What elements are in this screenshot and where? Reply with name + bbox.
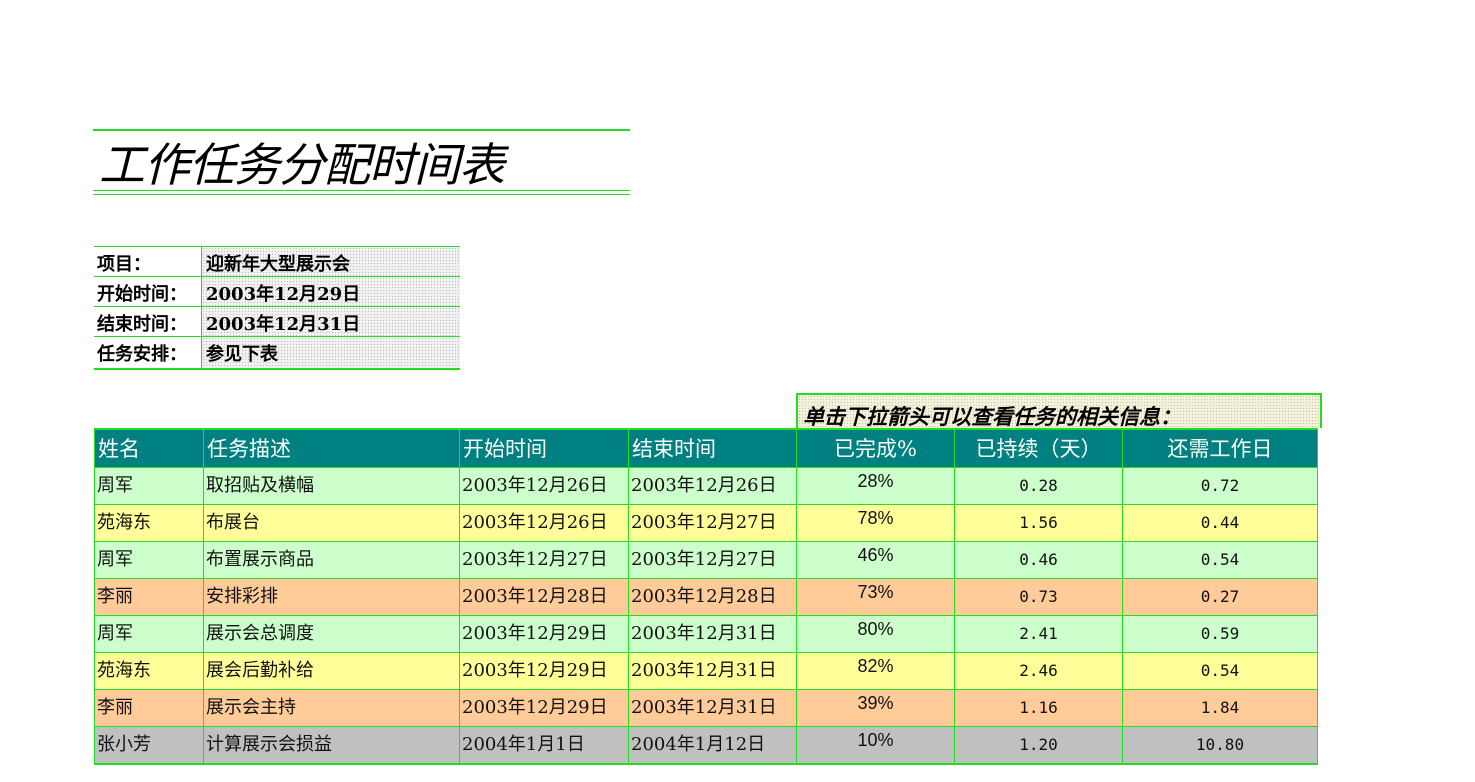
- info-label[interactable]: 开始时间：: [94, 277, 202, 306]
- info-row-arrangement: 任务安排： 参见下表: [94, 337, 460, 370]
- cell-start[interactable]: 2003年12月28日: [459, 577, 629, 616]
- cell-elapsed[interactable]: 2.41: [954, 614, 1123, 653]
- cell-name[interactable]: 张小芳: [94, 725, 204, 765]
- cell-name[interactable]: 李丽: [94, 688, 204, 727]
- header-remaining[interactable]: 还需工作日: [1122, 428, 1318, 467]
- info-row-start: 开始时间： 2003年12月29日: [94, 277, 460, 307]
- cell-task[interactable]: 展示会总调度: [203, 614, 460, 653]
- cell-done[interactable]: 78%: [796, 503, 955, 542]
- cell-remaining[interactable]: 10.80: [1122, 725, 1318, 765]
- cell-task[interactable]: 布展台: [203, 503, 460, 542]
- cell-remaining[interactable]: 1.84: [1122, 688, 1318, 727]
- cell-name[interactable]: 李丽: [94, 577, 204, 616]
- header-row: 姓名 任务描述 开始时间 结束时间 已完成% 已持续（天） 还需工作日: [94, 428, 1318, 467]
- info-value[interactable]: 2003年12月29日: [202, 277, 460, 306]
- cell-start[interactable]: 2003年12月26日: [459, 466, 629, 505]
- cell-start[interactable]: 2004年1月1日: [459, 725, 629, 765]
- header-elapsed[interactable]: 已持续（天）: [954, 428, 1123, 467]
- cell-start[interactable]: 2003年12月29日: [459, 614, 629, 653]
- title-rule-bottom: [93, 190, 630, 191]
- cell-name[interactable]: 苑海东: [94, 651, 204, 690]
- cell-end[interactable]: 2003年12月31日: [628, 614, 797, 653]
- project-info: 项目： 迎新年大型展示会 开始时间： 2003年12月29日 结束时间： 200…: [94, 246, 460, 370]
- cell-task[interactable]: 展示会主持: [203, 688, 460, 727]
- title-block: 工作任务分配时间表: [93, 129, 630, 195]
- info-value[interactable]: 2003年12月31日: [202, 307, 460, 336]
- cell-name[interactable]: 苑海东: [94, 503, 204, 542]
- cell-elapsed[interactable]: 0.46: [954, 540, 1123, 579]
- cell-done[interactable]: 82%: [796, 651, 955, 690]
- cell-end[interactable]: 2003年12月26日: [628, 466, 797, 505]
- table-row: 李丽 展示会主持 2003年12月29日 2003年12月31日 39% 1.1…: [94, 688, 1318, 727]
- cell-end[interactable]: 2003年12月31日: [628, 651, 797, 690]
- table-row: 周军 展示会总调度 2003年12月29日 2003年12月31日 80% 2.…: [94, 614, 1318, 653]
- cell-end[interactable]: 2003年12月31日: [628, 688, 797, 727]
- cell-end[interactable]: 2004年1月12日: [628, 725, 797, 765]
- info-row-project: 项目： 迎新年大型展示会: [94, 247, 460, 277]
- cell-remaining[interactable]: 0.59: [1122, 614, 1318, 653]
- header-done[interactable]: 已完成%: [796, 428, 955, 467]
- cell-start[interactable]: 2003年12月29日: [459, 651, 629, 690]
- cell-elapsed[interactable]: 0.28: [954, 466, 1123, 505]
- cell-remaining[interactable]: 0.44: [1122, 503, 1318, 542]
- table-row: 张小芳 计算展示会损益 2004年1月1日 2004年1月12日 10% 1.2…: [94, 725, 1318, 765]
- cell-task[interactable]: 安排彩排: [203, 577, 460, 616]
- cell-done[interactable]: 46%: [796, 540, 955, 579]
- info-label[interactable]: 项目：: [94, 247, 202, 276]
- cell-elapsed[interactable]: 0.73: [954, 577, 1123, 616]
- task-table: 姓名 任务描述 开始时间 结束时间 已完成% 已持续（天） 还需工作日 周军 取…: [94, 428, 1318, 765]
- info-label[interactable]: 任务安排：: [94, 337, 202, 368]
- cell-end[interactable]: 2003年12月27日: [628, 503, 797, 542]
- title-rule-top: [93, 129, 630, 131]
- table-row: 周军 布置展示商品 2003年12月27日 2003年12月27日 46% 0.…: [94, 540, 1318, 579]
- cell-elapsed[interactable]: 2.46: [954, 651, 1123, 690]
- cell-name[interactable]: 周军: [94, 540, 204, 579]
- cell-name[interactable]: 周军: [94, 614, 204, 653]
- cell-done[interactable]: 28%: [796, 466, 955, 505]
- cell-task[interactable]: 取招贴及横幅: [203, 466, 460, 505]
- cell-remaining[interactable]: 0.54: [1122, 651, 1318, 690]
- header-start[interactable]: 开始时间: [459, 428, 629, 467]
- cell-elapsed[interactable]: 1.20: [954, 725, 1123, 765]
- header-task[interactable]: 任务描述: [203, 428, 460, 467]
- table-row: 苑海东 布展台 2003年12月26日 2003年12月27日 78% 1.56…: [94, 503, 1318, 542]
- info-value[interactable]: 参见下表: [202, 337, 460, 368]
- table-row: 苑海东 展会后勤补给 2003年12月29日 2003年12月31日 82% 2…: [94, 651, 1318, 690]
- cell-done[interactable]: 80%: [796, 614, 955, 653]
- cell-done[interactable]: 73%: [796, 577, 955, 616]
- table-row: 周军 取招贴及横幅 2003年12月26日 2003年12月26日 28% 0.…: [94, 466, 1318, 505]
- cell-start[interactable]: 2003年12月27日: [459, 540, 629, 579]
- cell-start[interactable]: 2003年12月29日: [459, 688, 629, 727]
- cell-name[interactable]: 周军: [94, 466, 204, 505]
- cell-remaining[interactable]: 0.54: [1122, 540, 1318, 579]
- dropdown-hint[interactable]: 单击下拉箭头可以查看任务的相关信息：: [796, 393, 1322, 428]
- cell-start[interactable]: 2003年12月26日: [459, 503, 629, 542]
- cell-task[interactable]: 布置展示商品: [203, 540, 460, 579]
- cell-remaining[interactable]: 0.27: [1122, 577, 1318, 616]
- cell-end[interactable]: 2003年12月27日: [628, 540, 797, 579]
- cell-done[interactable]: 10%: [796, 725, 955, 765]
- cell-done[interactable]: 39%: [796, 688, 955, 727]
- cell-remaining[interactable]: 0.72: [1122, 466, 1318, 505]
- cell-task[interactable]: 计算展示会损益: [203, 725, 460, 765]
- header-name[interactable]: 姓名: [94, 428, 204, 467]
- cell-elapsed[interactable]: 1.16: [954, 688, 1123, 727]
- info-label[interactable]: 结束时间：: [94, 307, 202, 336]
- info-row-end: 结束时间： 2003年12月31日: [94, 307, 460, 337]
- cell-end[interactable]: 2003年12月28日: [628, 577, 797, 616]
- title-rule-bottom-2: [93, 194, 630, 195]
- header-end[interactable]: 结束时间: [628, 428, 797, 467]
- page-title: 工作任务分配时间表: [99, 138, 505, 192]
- info-value[interactable]: 迎新年大型展示会: [202, 247, 460, 276]
- cell-task[interactable]: 展会后勤补给: [203, 651, 460, 690]
- table-row: 李丽 安排彩排 2003年12月28日 2003年12月28日 73% 0.73…: [94, 577, 1318, 616]
- cell-elapsed[interactable]: 1.56: [954, 503, 1123, 542]
